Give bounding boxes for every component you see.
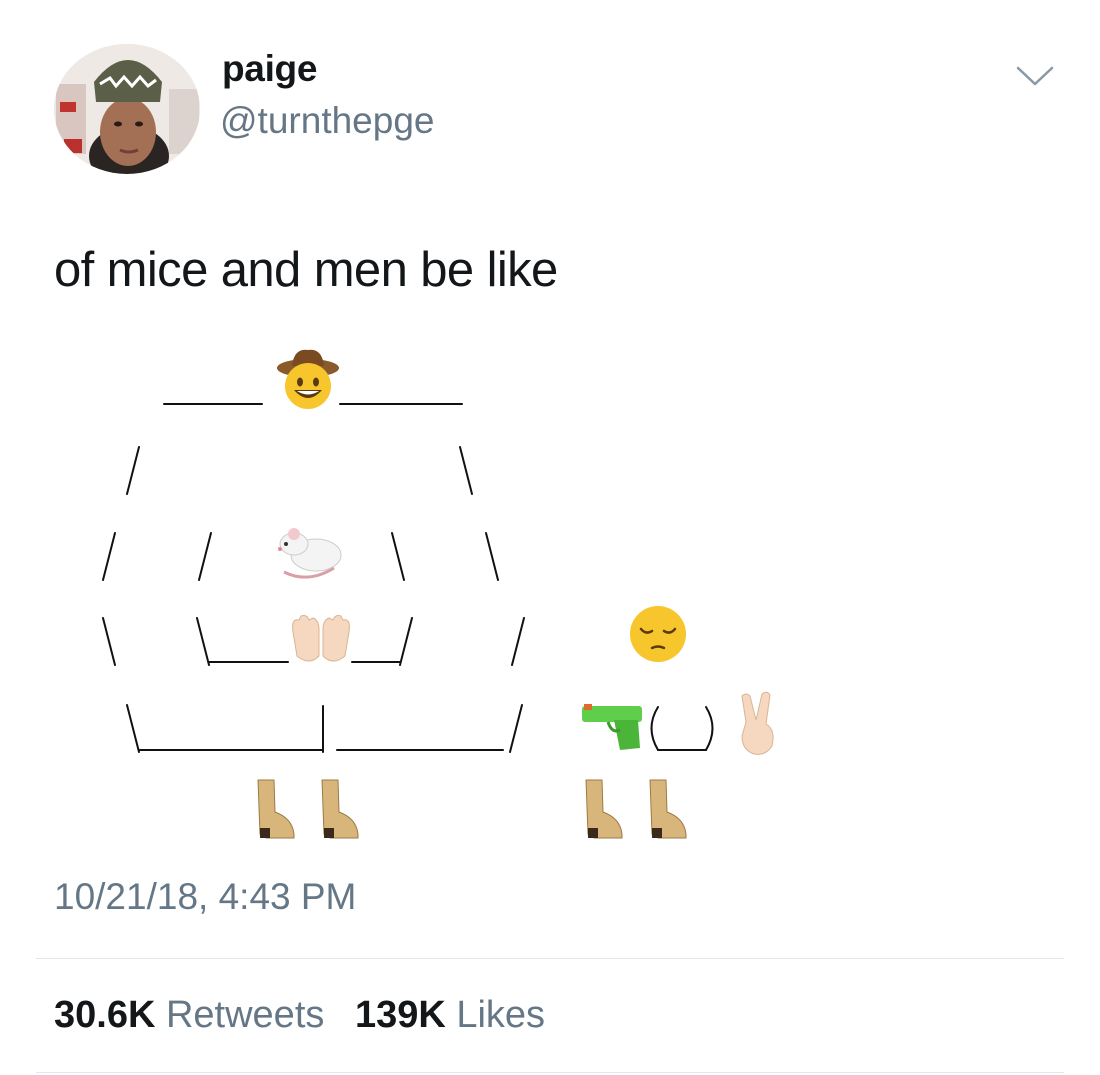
retweets-stat[interactable]: 30.6K Retweets [54, 994, 324, 1036]
likes-label: Likes [456, 994, 546, 1036]
likes-count: 139K [354, 994, 446, 1036]
user-handle[interactable]: @turnthepge [220, 100, 434, 142]
tweet-timestamp[interactable]: 10/21/18, 4:43 PM [54, 876, 356, 918]
cowboy-hat-face-emoji [277, 349, 339, 409]
profile-photo [54, 44, 200, 174]
divider [36, 958, 1064, 959]
retweets-count: 30.6K [54, 994, 156, 1036]
cowboy-boot-emoji [257, 779, 295, 839]
likes-stat[interactable]: 139K Likes [355, 994, 545, 1036]
tweet-text: of mice and men be like [54, 243, 558, 297]
rat-emoji [278, 528, 342, 579]
display-name[interactable]: paige [222, 48, 317, 90]
cowboy-boot-emoji [585, 779, 623, 839]
victory-hand-emoji [741, 691, 774, 755]
avatar[interactable] [54, 44, 200, 174]
water-pistol-emoji [582, 704, 642, 750]
chevron-down-icon[interactable] [1015, 60, 1055, 90]
cowboy-boot-emoji [321, 779, 359, 839]
cowboy-boot-emoji [649, 779, 687, 839]
palms-up-together-emoji [292, 615, 350, 662]
retweets-label: Retweets [165, 994, 325, 1036]
divider [36, 1072, 1064, 1073]
engagement-stats: 30.6K Retweets 139K Likes [54, 994, 565, 1037]
pensive-face-emoji [630, 606, 686, 662]
